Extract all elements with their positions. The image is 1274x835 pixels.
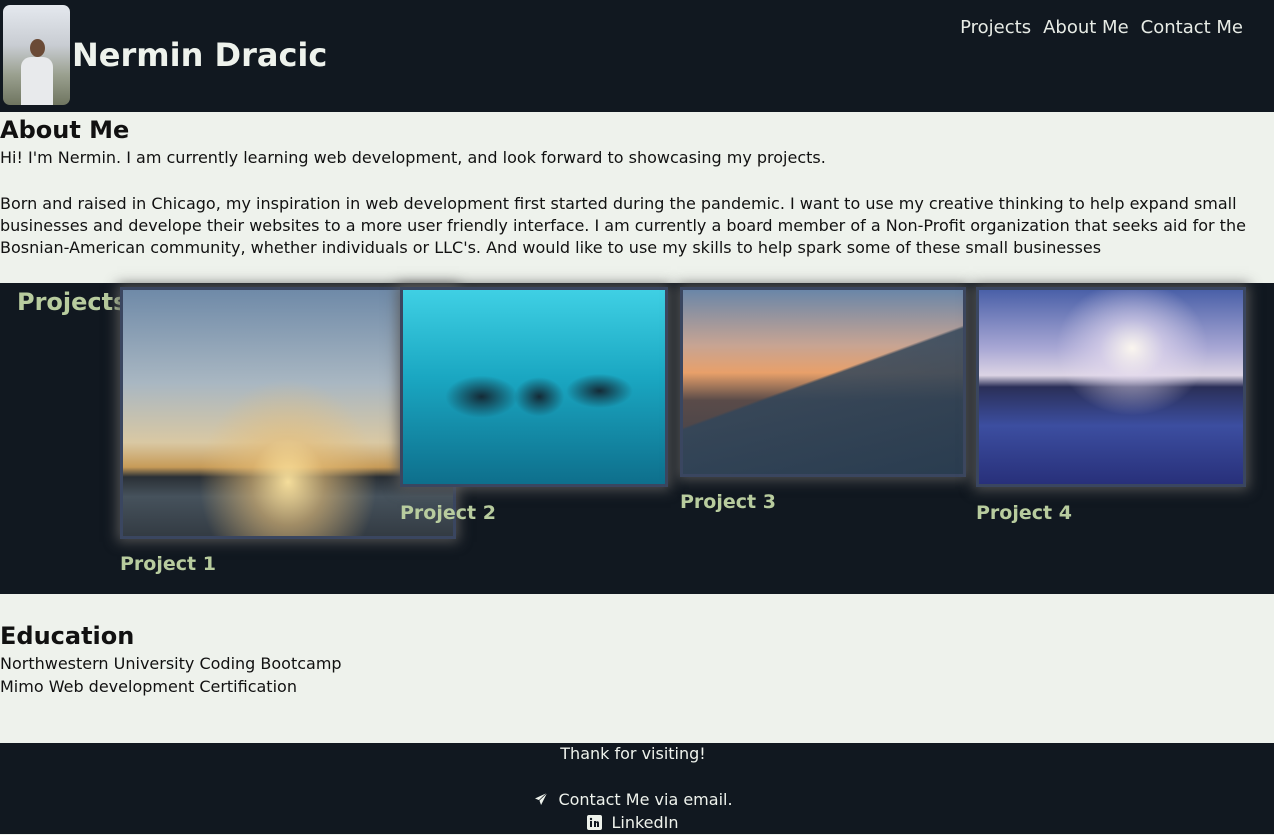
education-item: Northwestern University Coding Bootcamp <box>0 654 342 673</box>
education-section: Education Northwestern University Coding… <box>0 594 1274 743</box>
main-nav: Projects About Me Contact Me <box>960 17 1243 39</box>
project-4-image[interactable] <box>976 287 1246 487</box>
footer-linkedin-row: LinkedIn <box>0 813 1266 835</box>
avatar <box>3 5 70 105</box>
linkedin-label[interactable]: LinkedIn <box>611 813 678 832</box>
about-intro: Hi! I'm Nermin. I am currently learning … <box>0 148 826 167</box>
about-bio: Born and raised in Chicago, my inspirati… <box>0 194 1246 257</box>
education-item: Mimo Web development Certification <box>0 677 297 696</box>
project-card-3[interactable]: Project 3 <box>680 287 966 513</box>
about-section: About Me Hi! I'm Nermin. I am currently … <box>0 112 1274 283</box>
education-heading: Education <box>0 622 135 650</box>
project-card-4[interactable]: Project 4 <box>976 287 1246 524</box>
nav-link-about[interactable]: About Me <box>1043 17 1129 39</box>
paper-plane-icon <box>533 791 550 812</box>
site-header: Nermin Dracic Projects About Me Contact … <box>0 0 1274 112</box>
project-4-label[interactable]: Project 4 <box>976 502 1072 524</box>
email-label[interactable]: Contact Me via email. <box>558 790 732 809</box>
linkedin-icon <box>587 815 603 835</box>
about-heading: About Me <box>0 116 130 144</box>
avatar-body <box>21 57 53 105</box>
project-1-label[interactable]: Project 1 <box>120 553 216 575</box>
footer-email-row: Contact Me via email. <box>0 790 1266 812</box>
avatar-head <box>30 39 45 57</box>
project-3-image[interactable] <box>680 287 966 477</box>
project-3-label[interactable]: Project 3 <box>680 491 776 513</box>
project-2-image[interactable] <box>400 287 668 487</box>
project-card-2[interactable]: Project 2 <box>400 287 668 524</box>
projects-heading: Projects <box>17 288 128 316</box>
projects-section: Projects Project 1 Project 2 Project 3 P… <box>0 283 1274 594</box>
nav-link-projects[interactable]: Projects <box>960 17 1031 39</box>
footer-thanks: Thank for visiting! <box>560 744 706 763</box>
linkedin-link[interactable]: LinkedIn <box>587 813 679 835</box>
project-2-label[interactable]: Project 2 <box>400 502 496 524</box>
site-title: Nermin Dracic <box>72 36 328 74</box>
nav-link-contact[interactable]: Contact Me <box>1141 17 1243 39</box>
site-footer: Thank for visiting! Contact Me via email… <box>0 743 1274 834</box>
email-link[interactable]: Contact Me via email. <box>533 790 733 812</box>
education-list: Northwestern University Coding Bootcamp … <box>0 652 342 698</box>
